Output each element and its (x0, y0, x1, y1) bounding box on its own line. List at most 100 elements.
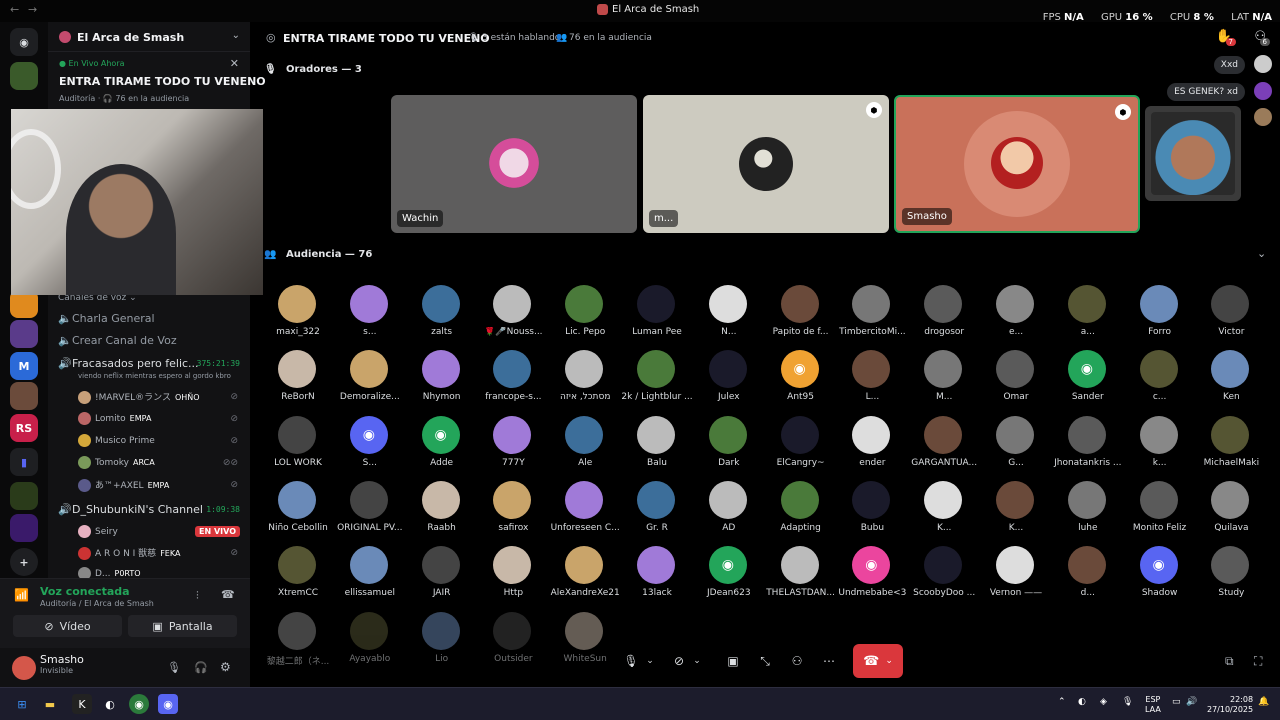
audience-member[interactable]: Niño Cebollin (262, 480, 334, 546)
audience-member[interactable]: L... (836, 350, 908, 415)
audience-member[interactable]: ◉ JDean623 (693, 546, 765, 611)
screen-share-button[interactable]: ▣ Pantalla (128, 615, 237, 637)
video-tile[interactable] (1145, 106, 1241, 201)
discord-icon[interactable]: ◉ (158, 694, 178, 714)
audience-member[interactable]: Dark (693, 415, 765, 481)
audience-member[interactable]: ◉ S... (334, 415, 406, 481)
audience-member[interactable]: 777Y (477, 415, 549, 481)
forward-icon[interactable]: → (28, 3, 37, 16)
back-icon[interactable]: ← (10, 3, 19, 16)
file-explorer-icon[interactable]: ▬ (40, 694, 60, 714)
notifications-icon[interactable]: 🔔 (1258, 697, 1269, 707)
audience-member[interactable]: LOL WORK (262, 415, 334, 481)
audience-member[interactable]: ellissamuel (334, 546, 406, 611)
chevron-down-icon[interactable]: ⌄ (690, 649, 704, 673)
audience-member[interactable]: k... (1124, 415, 1196, 481)
microphone-icon[interactable]: 🎙 (619, 649, 643, 673)
channel-shubunkin[interactable]: 🔊D_ShubunkiN's Channel (58, 503, 203, 516)
chrome-icon[interactable]: ◉ (129, 694, 149, 714)
voice-user[interactable]: Lomito EMPA (78, 412, 151, 425)
avatar[interactable] (12, 656, 36, 680)
audience-member[interactable]: THELASTDAN... (765, 546, 837, 611)
audience-member[interactable]: Jhonatankris ... (1052, 415, 1124, 481)
audience-member[interactable]: AleXandreXe21 (549, 546, 621, 611)
steam-icon[interactable]: ◐ (100, 694, 120, 714)
audience-member[interactable]: K... (980, 480, 1052, 546)
audience-member[interactable]: safirox (477, 480, 549, 546)
volume-icon[interactable]: 🔊 (1186, 697, 1197, 707)
more-options-icon[interactable]: ⋯ (817, 649, 841, 673)
server-icon[interactable] (10, 482, 38, 510)
live-stage-card[interactable]: ● En Vivo Ahora ENTRA TIRAME TODO TU VEN… (48, 54, 266, 114)
audience-member[interactable]: מסתכל, איזה (549, 350, 621, 415)
voice-user[interactable]: あ™+AXEL EMPA (78, 478, 169, 492)
audience-member[interactable]: ◉ Undmebabe<3 (836, 546, 908, 611)
server-icon[interactable] (10, 382, 38, 410)
headphones-icon[interactable]: 🎧 (194, 661, 208, 674)
video-button[interactable]: ⊘ Vídeo (13, 615, 122, 637)
speaker-tile[interactable]: ⬢ m... (643, 95, 889, 233)
audience-member[interactable]: Unforeseen C... (549, 480, 621, 546)
audience-member[interactable]: Raabh (406, 480, 478, 546)
speaker-tile[interactable]: Wachin (391, 95, 637, 233)
audience-member[interactable]: Balu (621, 415, 693, 481)
channel-charla-general[interactable]: 🔈Charla General (58, 312, 155, 325)
server-icon[interactable] (10, 62, 38, 90)
audience-member[interactable]: s... (334, 285, 406, 350)
voice-user[interactable]: !MARVEL®ランス OHÑO (78, 390, 200, 404)
chevron-down-icon[interactable]: ⌄ (643, 649, 657, 673)
speaker-tile-active[interactable]: ⬢ Smasho (894, 95, 1140, 233)
audience-member[interactable]: Outsider (477, 611, 549, 677)
audience-member[interactable]: Ayayablo (334, 611, 406, 677)
close-icon[interactable]: ✕ (230, 57, 239, 70)
audience-member[interactable]: AD (693, 480, 765, 546)
audience-member[interactable]: zalts (406, 285, 478, 350)
audience-member[interactable]: ScoobyDoo ... (908, 546, 980, 611)
voice-user[interactable]: Seiry (78, 525, 118, 538)
leave-stage-button[interactable]: ☎ ⌄ (853, 644, 903, 678)
folder-icon[interactable]: ▮ (10, 448, 38, 476)
audience-member[interactable]: TimbercitoMi... (836, 285, 908, 350)
network-icon[interactable]: ▭ (1172, 697, 1181, 707)
audience-member[interactable]: luhe (1052, 480, 1124, 546)
audience-member[interactable]: ORIGINAL PV... (334, 480, 406, 546)
audience-member[interactable]: francope-s... (477, 350, 549, 415)
windows-start-icon[interactable]: ⊞ (12, 694, 32, 714)
audience-member[interactable]: Lic. Pepo (549, 285, 621, 350)
audience-member[interactable]: Ken (1195, 350, 1267, 415)
audience-member[interactable]: ender (836, 415, 908, 481)
channel-fracasados[interactable]: 🔊Fracasados pero felic... (58, 357, 199, 370)
audience-member[interactable]: 黎越二郎（ネ... (262, 611, 334, 677)
chevron-down-icon[interactable]: ⌄ (1257, 247, 1266, 260)
voice-location[interactable]: Auditoría / El Arca de Smash (40, 599, 154, 608)
audience-member[interactable]: 🌹🎤Nouss... (477, 285, 549, 350)
audience-member[interactable]: 2k / Lightblur ... (621, 350, 693, 415)
audience-member[interactable]: ◉ Adde (406, 415, 478, 481)
audience-member[interactable]: XtremCC (262, 546, 334, 611)
settings-gear-icon[interactable]: ⚙ (220, 660, 231, 674)
add-server-icon[interactable]: + (10, 548, 38, 576)
audience-member[interactable]: Forro (1124, 285, 1196, 350)
audience-member[interactable]: Adapting (765, 480, 837, 546)
popout-icon[interactable]: ⧉ (1225, 654, 1234, 669)
audience-member[interactable]: Http (477, 546, 549, 611)
audience-member[interactable]: ◉ Shadow (1124, 546, 1196, 611)
language-indicator[interactable]: ESP LAA (1145, 695, 1161, 715)
audience-member[interactable]: ReBorN (262, 350, 334, 415)
signal-icon[interactable]: 📶 (14, 588, 29, 602)
guild-header[interactable]: El Arca de Smash ⌄ (48, 22, 250, 52)
audience-member[interactable]: e... (980, 285, 1052, 350)
audience-member[interactable]: Julex (693, 350, 765, 415)
audience-member[interactable]: G... (980, 415, 1052, 481)
audience-member[interactable]: Ale (549, 415, 621, 481)
discord-home-icon[interactable]: ◉ (10, 28, 38, 56)
clock[interactable]: 22:08 27/10/2025 (1207, 695, 1253, 715)
audience-member[interactable]: JAIR (406, 546, 478, 611)
audience-member[interactable]: ◉ Ant95 (765, 350, 837, 415)
audience-member[interactable]: WhiteSun (549, 611, 621, 677)
app-icon[interactable]: K (72, 694, 92, 714)
audience-member[interactable]: M... (908, 350, 980, 415)
audience-member[interactable]: MichaelMaki (1195, 415, 1267, 481)
voice-user[interactable]: Musico Prime (78, 434, 155, 447)
camera-off-icon[interactable]: ⊘ (667, 649, 691, 673)
